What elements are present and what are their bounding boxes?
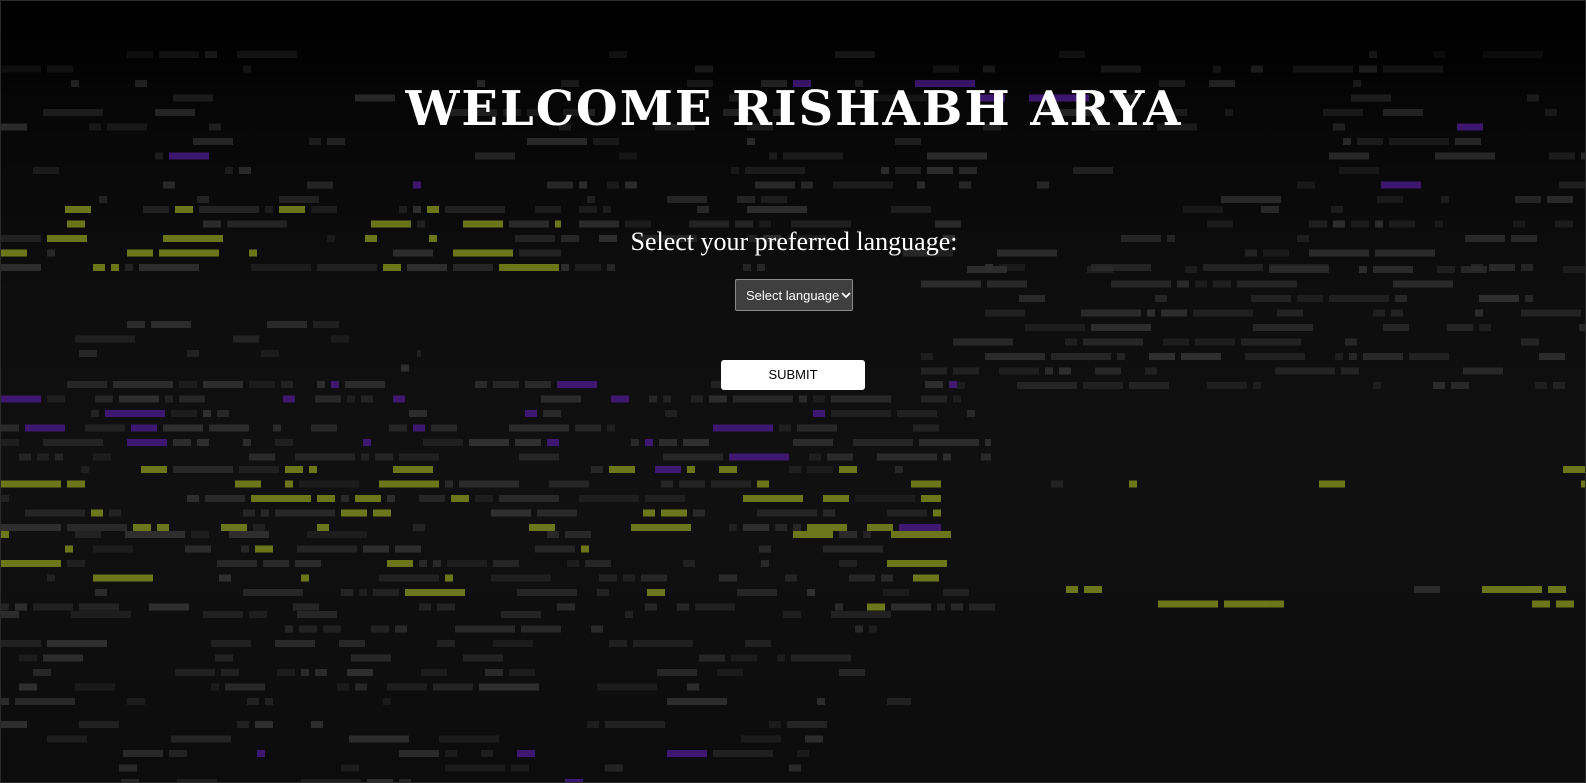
submit-button[interactable]: SUBMIT [721, 360, 865, 390]
chevron-down-icon [839, 279, 852, 311]
language-select[interactable]: Select language [735, 279, 853, 311]
welcome-panel: WELCOME RISHABH ARYA Select your preferr… [1, 1, 1585, 782]
welcome-title: WELCOME RISHABH ARYA [405, 81, 1183, 137]
page: WELCOME RISHABH ARYA Select your preferr… [0, 0, 1586, 783]
language-select-value: Select language [746, 287, 840, 303]
language-prompt: Select your preferred language: [630, 227, 958, 256]
